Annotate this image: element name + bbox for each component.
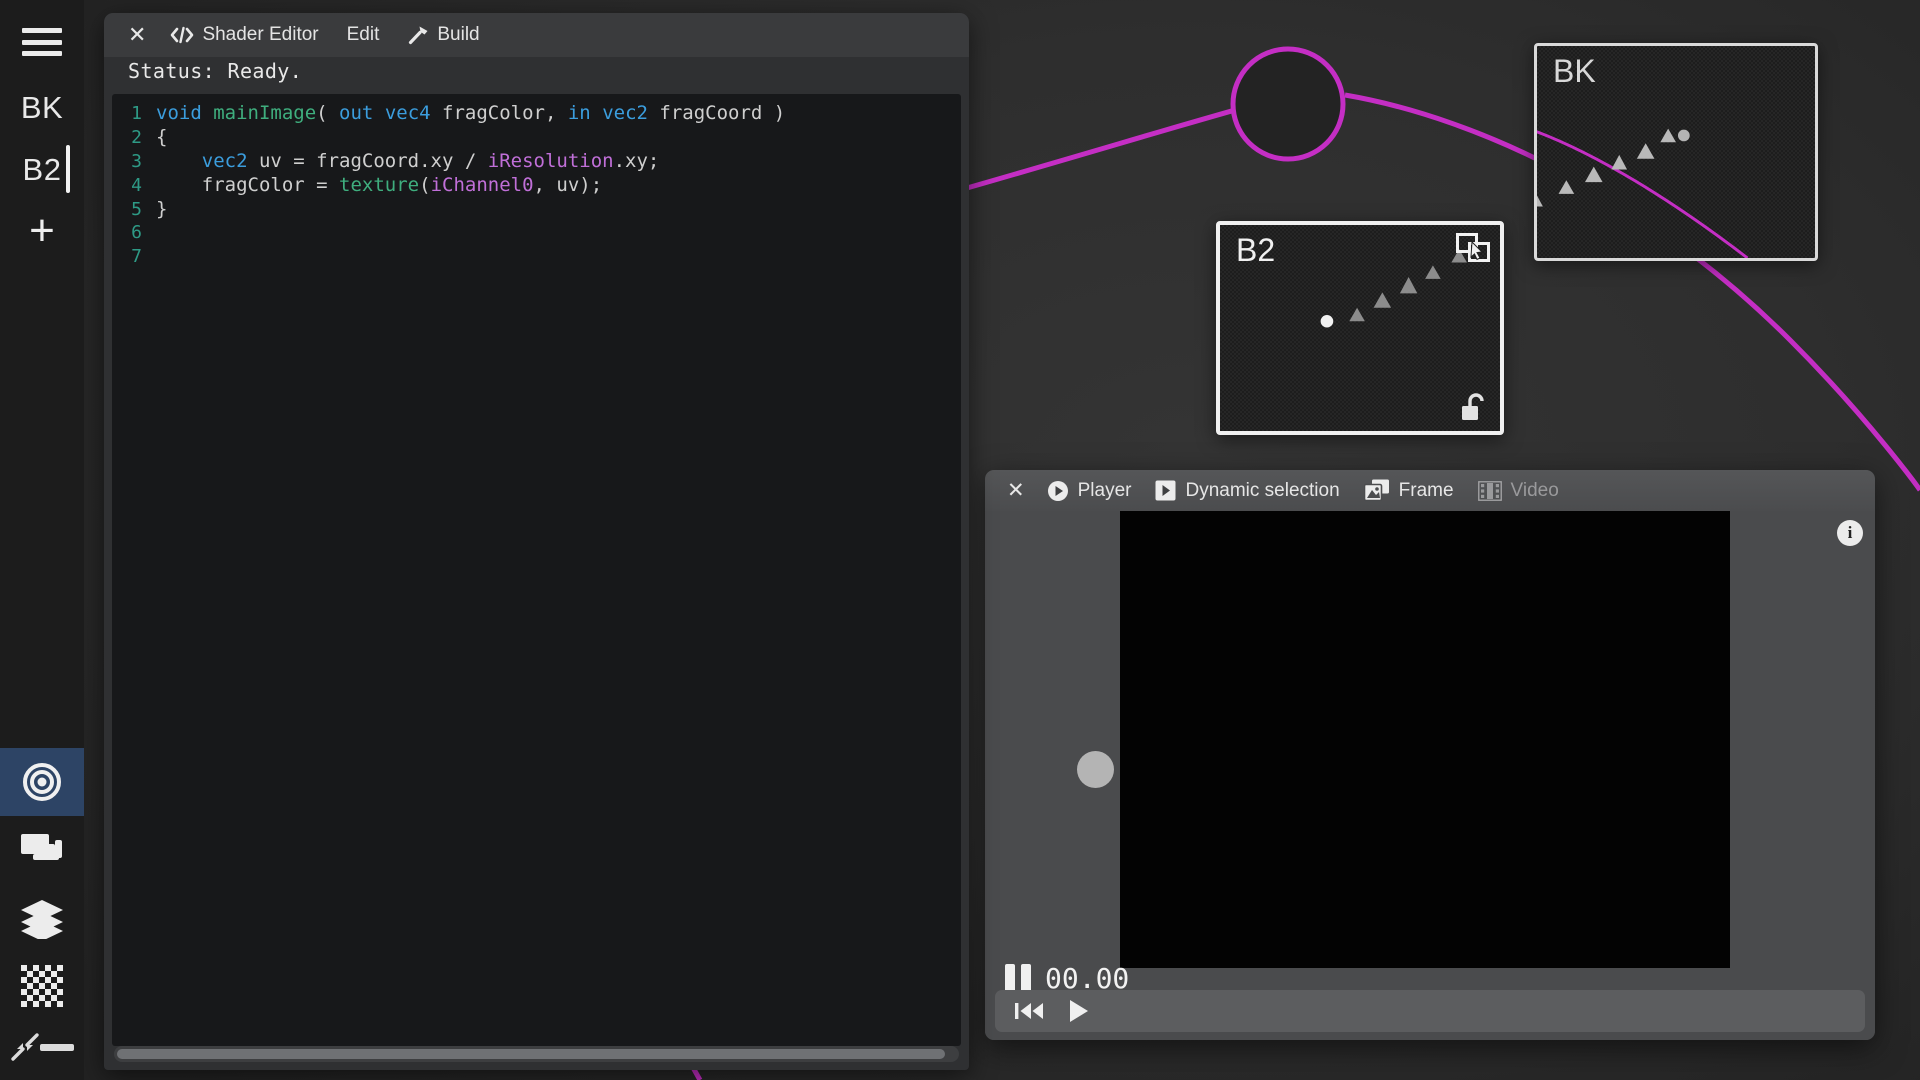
line-number: 4 (112, 175, 156, 196)
thumbnail-b2-duplicate-button[interactable] (1456, 233, 1490, 265)
line-number: 1 (112, 103, 156, 124)
code-line: 4 fragColor = texture(iChannel0, uv); (112, 174, 961, 198)
editor-title-item: Shader Editor (156, 13, 332, 57)
unlock-icon (1460, 393, 1490, 423)
sidebar-tool-layers[interactable] (0, 884, 84, 952)
line-number: 7 (112, 246, 156, 267)
hamburger-menu-icon (22, 28, 62, 56)
code-text: void mainImage( out vec4 fragColor, in v… (156, 102, 785, 124)
thumbnail-bk-content (1537, 46, 1815, 258)
app-root: BK B2 + (0, 0, 1920, 1080)
play-icon (1067, 998, 1091, 1024)
sidebar-tool-checkerboard[interactable] (0, 952, 84, 1020)
editor-close-button[interactable]: ✕ (118, 24, 156, 46)
player-close-button[interactable]: ✕ (997, 478, 1035, 503)
line-number: 3 (112, 151, 156, 172)
player-tab-frame-label: Frame (1399, 480, 1454, 502)
thumbnail-b2-lock-button[interactable] (1460, 393, 1490, 423)
collapse-arrows-icon (10, 1032, 40, 1062)
circle-play-icon (1047, 480, 1069, 502)
editor-status-bar: Status: Ready. (104, 57, 969, 89)
checkerboard-icon (21, 965, 63, 1007)
add-buffer-button[interactable]: + (0, 200, 84, 262)
images-icon (1364, 479, 1390, 502)
left-sidebar: BK B2 + (0, 0, 84, 1080)
player-tab-video-label: Video (1511, 480, 1559, 502)
thumbnail-bk[interactable]: BK (1534, 43, 1818, 261)
player-body: i 00.00 (985, 511, 1875, 1040)
film-strip-icon (1478, 481, 1502, 501)
player-window: ✕ Player Dynamic selection (985, 470, 1875, 1040)
info-circle-icon: i (1848, 523, 1853, 543)
frames-icon (19, 830, 65, 870)
target-icon (21, 761, 63, 803)
player-titlebar: ✕ Player Dynamic selection (985, 470, 1875, 511)
code-line: 1void mainImage( out vec4 fragColor, in … (112, 102, 961, 126)
player-drag-handle[interactable] (1077, 751, 1114, 788)
player-tab-video[interactable]: Video (1466, 470, 1571, 511)
code-line: 2{ (112, 126, 961, 150)
build-label: Build (437, 24, 479, 46)
orbit-circle (1233, 49, 1343, 159)
code-text: { (156, 126, 167, 148)
player-info-button[interactable]: i (1837, 520, 1863, 546)
code-line: 6 (112, 222, 961, 246)
thumbnail-b2[interactable]: B2 (1216, 221, 1504, 435)
layers-icon (19, 897, 65, 939)
player-controls-bar (995, 990, 1865, 1032)
code-line: 7 (112, 246, 961, 270)
editor-menu-edit[interactable]: Edit (333, 13, 394, 57)
code-editor[interactable]: 1void mainImage( out vec4 fragColor, in … (112, 94, 961, 1046)
code-text: fragColor = texture(iChannel0, uv); (156, 174, 602, 196)
editor-menu-build[interactable]: Build (393, 13, 493, 57)
sidebar-bottom-row (0, 1020, 84, 1080)
square-play-icon (1155, 480, 1176, 501)
sidebar-item-buffer-b2[interactable]: B2 (0, 138, 84, 200)
pause-icon[interactable] (1005, 964, 1031, 994)
editor-title: Shader Editor (202, 24, 318, 46)
plus-icon: + (29, 209, 55, 253)
rewind-icon (1015, 1000, 1045, 1022)
menu-button[interactable] (0, 8, 84, 76)
code-text: } (156, 198, 167, 220)
editor-titlebar: ✕ Shader Editor Edit Build (104, 13, 969, 57)
hammer-icon (407, 25, 429, 45)
sidebar-tool-target[interactable] (0, 748, 84, 816)
line-number: 6 (112, 222, 156, 243)
code-text: vec2 uv = fragCoord.xy / iResolution.xy; (156, 150, 659, 172)
editor-scrollbar-thumb[interactable] (117, 1049, 945, 1059)
code-line: 5} (112, 198, 961, 222)
buffer-label-bk: BK (21, 92, 63, 123)
code-lines-container: 1void mainImage( out vec4 fragColor, in … (112, 94, 961, 270)
code-brackets-icon (170, 26, 194, 44)
line-number: 2 (112, 127, 156, 148)
player-canvas[interactable] (1120, 511, 1730, 968)
code-line: 3 vec2 uv = fragCoord.xy / iResolution.x… (112, 150, 961, 174)
buffer-label-b2: B2 (23, 154, 62, 185)
edit-label: Edit (347, 24, 380, 46)
play-button[interactable] (1067, 998, 1091, 1024)
shader-editor-window: ✕ Shader Editor Edit Build (104, 13, 969, 1070)
collapse-button[interactable] (10, 1032, 40, 1062)
player-tab-dynamic-selection[interactable]: Dynamic selection (1143, 470, 1351, 511)
player-tab-frame[interactable]: Frame (1352, 470, 1466, 511)
player-tab-dynamic-selection-label: Dynamic selection (1185, 480, 1339, 502)
rewind-button[interactable] (1015, 1000, 1045, 1022)
line-number: 5 (112, 199, 156, 220)
editor-horizontal-scrollbar[interactable] (114, 1046, 959, 1062)
sidebar-tool-frames[interactable] (0, 816, 84, 884)
duplicate-layers-icon (1456, 233, 1490, 265)
minimize-icon[interactable] (40, 1044, 74, 1051)
sidebar-item-buffer-bk[interactable]: BK (0, 76, 84, 138)
player-tab-player[interactable]: Player (1035, 470, 1144, 511)
player-tab-player-label: Player (1078, 480, 1132, 502)
